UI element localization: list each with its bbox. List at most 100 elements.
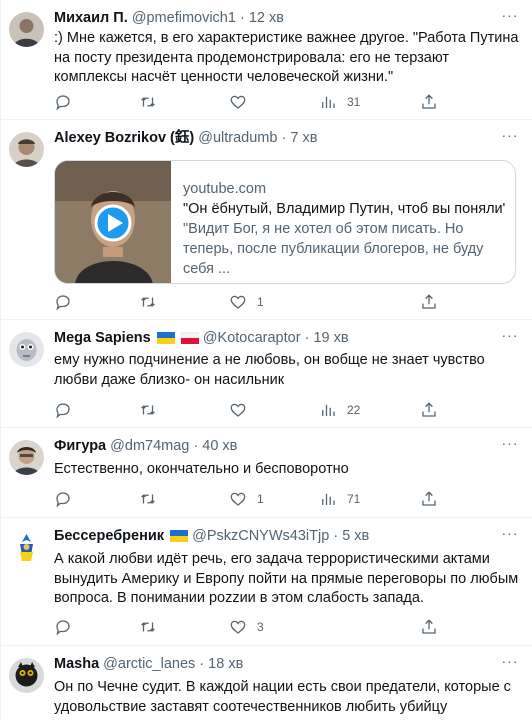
author-name[interactable]: Mega Sapiens <box>54 330 151 346</box>
retweet-button[interactable] <box>139 489 167 509</box>
author-name[interactable]: Михаил П. <box>54 10 128 26</box>
video-thumbnail[interactable] <box>55 161 171 283</box>
tweet-header: Alexey Bozrikov (鈺) @ultradumb · 7 хв <box>54 128 523 148</box>
tweet-text: :) Мне кажется, в его характеристике важ… <box>54 30 519 85</box>
like-button[interactable] <box>229 400 257 420</box>
like-button[interactable] <box>229 92 257 112</box>
more-icon[interactable]: ··· <box>501 328 519 346</box>
separator: · <box>281 130 287 146</box>
like-icon <box>230 403 246 417</box>
tweet-text: Естественно, окончательно и бесповоротно <box>54 461 349 477</box>
retweet-icon <box>141 622 155 632</box>
more-icon[interactable]: ··· <box>501 526 519 544</box>
separator: · <box>199 656 205 672</box>
action-bar: 1 <box>54 292 519 312</box>
share-button[interactable] <box>420 92 438 112</box>
like-icon <box>230 95 246 109</box>
link-card[interactable]: youtube.com "Он ёбнутый, Владимир Путин,… <box>54 160 516 284</box>
avatar[interactable] <box>9 530 44 565</box>
like-icon <box>230 492 246 506</box>
action-bar: 3 <box>54 617 519 637</box>
tweet[interactable]: Masha @arctic_lanes · 18 хв ··· Он по Че… <box>1 646 532 720</box>
author-handle[interactable]: @arctic_lanes <box>103 656 195 672</box>
author-handle[interactable]: @ultradumb <box>198 130 277 146</box>
share-icon <box>422 402 436 417</box>
poland-flag-icon <box>180 332 199 344</box>
reply-icon <box>56 492 70 508</box>
reply-button[interactable] <box>54 292 82 312</box>
separator: · <box>333 528 339 544</box>
tweet-header: Михаил П. @pmefimovich1 · 12 хв <box>54 8 523 28</box>
avatar[interactable] <box>9 440 44 475</box>
tweet-text: Он по Чечне судит. В каждой нации есть с… <box>54 679 511 715</box>
share-button[interactable] <box>420 292 438 312</box>
share-button[interactable] <box>420 400 438 420</box>
retweet-button[interactable] <box>139 292 167 312</box>
tweet[interactable]: Бессеребреник @PskzCNYWs43iTjp · 5 хв ··… <box>1 518 532 646</box>
tweet[interactable]: Alexey Bozrikov (鈺) @ultradumb · 7 хв ··… <box>1 120 532 320</box>
like-count: 3 <box>257 620 264 634</box>
like-button[interactable]: 1 <box>229 292 264 312</box>
more-icon[interactable]: ··· <box>501 8 519 26</box>
avatar[interactable] <box>9 658 44 693</box>
more-icon[interactable]: ··· <box>501 128 519 146</box>
retweet-button[interactable] <box>139 92 167 112</box>
timestamp[interactable]: 7 хв <box>290 130 317 146</box>
reply-button[interactable] <box>54 489 82 509</box>
tweet-header: Бессеребреник @PskzCNYWs43iTjp · 5 хв <box>54 526 523 546</box>
author-name[interactable]: Alexey Bozrikov (鈺) <box>54 130 194 146</box>
timestamp[interactable]: 12 хв <box>249 10 284 26</box>
tweet-header: Фигура @dm74mag · 40 хв <box>54 436 523 456</box>
action-bar: 22 <box>54 400 519 420</box>
timeline: Михаил П. @pmefimovich1 · 12 хв ··· :) М… <box>0 0 532 720</box>
author-handle[interactable]: @Kotocaraptor <box>203 330 301 346</box>
share-button[interactable] <box>420 617 438 637</box>
retweet-icon <box>141 494 155 504</box>
more-icon[interactable]: ··· <box>501 436 519 454</box>
views-icon <box>322 96 335 108</box>
reply-button[interactable] <box>54 400 82 420</box>
ukraine-flag-icon <box>170 530 189 542</box>
avatar[interactable] <box>9 332 44 367</box>
like-button[interactable]: 3 <box>229 617 264 637</box>
reply-button[interactable] <box>54 92 82 112</box>
like-icon <box>230 295 246 309</box>
tweet[interactable]: Mega Sapiens @Kotocaraptor · 19 хв ··· е… <box>1 320 532 428</box>
tweet[interactable]: Фигура @dm74mag · 40 хв ··· Естественно,… <box>1 428 532 518</box>
avatar[interactable] <box>9 132 44 167</box>
views-count: 31 <box>347 95 361 109</box>
tweet-text: А какой любви идёт речь, его задача терр… <box>54 551 519 606</box>
share-button[interactable] <box>420 489 438 509</box>
retweet-button[interactable] <box>139 400 167 420</box>
author-handle[interactable]: @dm74mag <box>110 438 189 454</box>
like-icon <box>230 620 246 634</box>
views-button[interactable]: 31 <box>319 92 360 112</box>
timestamp[interactable]: 40 хв <box>202 438 237 454</box>
action-bar: 31 <box>54 92 519 112</box>
card-info: youtube.com "Он ёбнутый, Владимир Путин,… <box>183 179 505 279</box>
card-description: "Видит Бог, я не хотел об этом писать. Н… <box>183 221 484 277</box>
tweet[interactable]: Михаил П. @pmefimovich1 · 12 хв ··· :) М… <box>1 0 532 120</box>
like-button[interactable]: 1 <box>229 489 264 509</box>
author-handle[interactable]: @pmefimovich1 <box>132 10 236 26</box>
retweet-icon <box>141 297 155 307</box>
timestamp[interactable]: 19 хв <box>313 330 348 346</box>
tweet-header: Mega Sapiens @Kotocaraptor · 19 хв <box>54 328 523 348</box>
reply-icon <box>56 403 70 419</box>
avatar[interactable] <box>9 12 44 47</box>
reply-icon <box>56 620 70 636</box>
tweet-text: ему нужно подчинение а не любовь, он воб… <box>54 352 485 388</box>
retweet-button[interactable] <box>139 617 167 637</box>
views-count: 71 <box>347 492 361 506</box>
views-button[interactable]: 71 <box>319 489 360 509</box>
more-icon[interactable]: ··· <box>501 654 519 672</box>
timestamp[interactable]: 18 хв <box>208 656 243 672</box>
timestamp[interactable]: 5 хв <box>342 528 369 544</box>
views-button[interactable]: 22 <box>319 400 360 420</box>
reply-button[interactable] <box>54 617 82 637</box>
like-count: 1 <box>257 295 264 309</box>
author-name[interactable]: Бессеребреник <box>54 528 164 544</box>
author-handle[interactable]: @PskzCNYWs43iTjp <box>192 528 329 544</box>
author-name[interactable]: Фигура <box>54 438 106 454</box>
author-name[interactable]: Masha <box>54 656 99 672</box>
